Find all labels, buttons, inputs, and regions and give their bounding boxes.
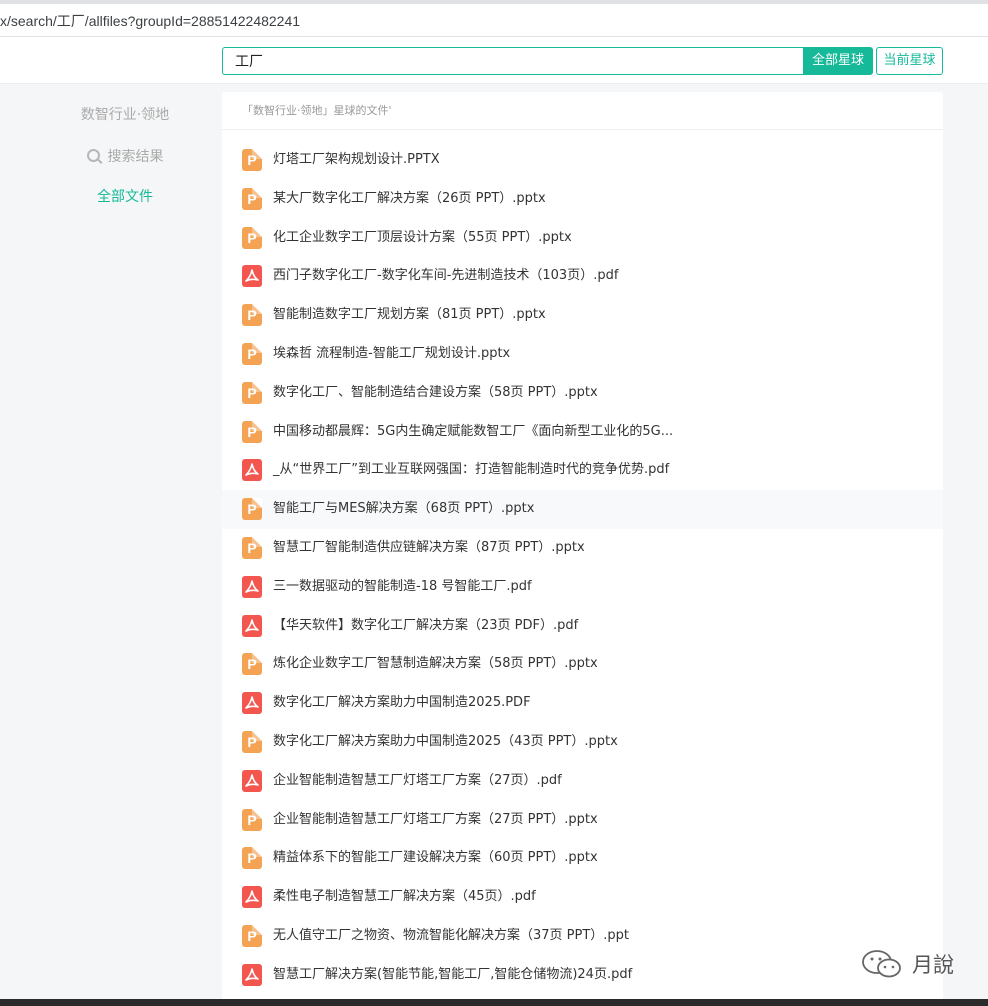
file-name[interactable]: 无人值守工厂之物资、物流智能化解决方案（37页 PPT）.ppt — [273, 917, 629, 955]
file-row[interactable]: 柔性电子制造智慧工厂解决方案（45页）.pdf — [222, 878, 943, 917]
pdf-file-icon — [242, 575, 262, 598]
file-row[interactable]: P 灯塔工厂架构规划设计.PPTX — [222, 141, 943, 180]
taskbar-strip — [0, 999, 988, 1006]
sidebar-item-label: 搜索结果 — [107, 149, 164, 165]
file-name[interactable]: 灯塔工厂架构规划设计.PPTX — [273, 141, 440, 179]
pdf-file-icon — [242, 692, 262, 715]
ppt-file-icon: P — [242, 420, 262, 443]
file-name[interactable]: 某大厂数字化工厂解决方案（26页 PPT）.pptx — [273, 180, 546, 218]
search-input[interactable] — [222, 47, 804, 75]
address-bar[interactable]: x/search/工厂/allfiles?groupId=28851422482… — [0, 4, 988, 37]
ppt-file-icon: P — [242, 498, 262, 521]
file-name[interactable]: 智慧工厂智能制造供应链解决方案（87页 PPT）.pptx — [273, 529, 585, 567]
ppt-file-icon: P — [242, 381, 262, 404]
file-row[interactable]: P 企业智能制造智慧工厂灯塔工厂方案（27页 PPT）.pptx — [222, 801, 943, 840]
file-row[interactable]: P 炼化企业数字工厂智慧制造解决方案（58页 PPT）.pptx — [222, 645, 943, 684]
file-row[interactable]: P 埃森哲 流程制造-智能工厂规划设计.pptx — [222, 335, 943, 374]
file-row[interactable]: P 精益体系下的智能工厂建设解决方案（60页 PPT）.pptx — [222, 839, 943, 878]
file-row[interactable]: P 智慧工厂智能制造供应链解决方案（87页 PPT）.pptx — [222, 529, 943, 568]
sidebar-group-name[interactable]: 数智行业·领地 — [60, 104, 190, 124]
file-row[interactable]: P 某大厂数字化工厂解决方案（26页 PPT）.pptx — [222, 180, 943, 219]
search-current-group-button[interactable]: 当前星球 — [876, 47, 943, 75]
file-row[interactable]: P 中国移动都晨辉：5G内生确定赋能数智工厂《面向新型工业化的5G... — [222, 413, 943, 452]
ppt-file-icon: P — [242, 536, 262, 559]
file-name[interactable]: 数字化工厂、智能制造结合建设方案（58页 PPT）.pptx — [273, 374, 598, 412]
file-row[interactable]: P 数字化工厂、智能制造结合建设方案（58页 PPT）.pptx — [222, 374, 943, 413]
file-name[interactable]: 智能制造数字工厂规划方案（81页 PPT）.pptx — [273, 296, 546, 334]
file-name[interactable]: _从“世界工厂”到工业互联网强国：打造智能制造时代的竞争优势.pdf — [273, 451, 669, 489]
search-icon — [86, 149, 100, 162]
file-name[interactable]: 柔性电子制造智慧工厂解决方案（45页）.pdf — [273, 878, 536, 916]
file-panel: 「数智行业·领地」星球的文件' P 灯塔工厂架构规划设计.PPTX P 某大厂数字化工… — [222, 92, 943, 1006]
pdf-file-icon — [242, 963, 262, 986]
ppt-file-icon: P — [242, 924, 262, 947]
panel-title: 「数智行业·领地」星球的文件' — [222, 92, 943, 130]
file-row[interactable]: P 智能工厂与MES解决方案（68页 PPT）.pptx — [222, 490, 943, 529]
file-name[interactable]: 数字化工厂解决方案助力中国制造2025（43页 PPT）.pptx — [273, 723, 618, 761]
file-name[interactable]: 埃森哲 流程制造-智能工厂规划设计.pptx — [273, 335, 510, 373]
file-name[interactable]: 中国移动都晨辉：5G内生确定赋能数智工厂《面向新型工业化的5G... — [273, 413, 673, 451]
watermark-text: 月說 — [912, 953, 954, 977]
ppt-file-icon: P — [242, 342, 262, 365]
url-text[interactable]: x/search/工厂/allfiles?groupId=28851422482… — [0, 11, 300, 31]
sidebar-item-search-results[interactable]: 搜索结果 — [60, 146, 190, 166]
pdf-file-icon — [242, 459, 262, 482]
pdf-file-icon — [242, 769, 262, 792]
file-row[interactable]: P 智能制造数字工厂规划方案（81页 PPT）.pptx — [222, 296, 943, 335]
ppt-file-icon: P — [242, 304, 262, 327]
file-row[interactable]: P 无人值守工厂之物资、物流智能化解决方案（37页 PPT）.ppt — [222, 917, 943, 956]
file-name[interactable]: 【华天软件】数字化工厂解决方案（23页 PDF）.pdf — [273, 607, 578, 645]
file-name[interactable]: 智慧工厂解决方案(智能节能,智能工厂,智能仓储物流)24页.pdf — [273, 956, 632, 994]
file-row[interactable]: 智慧工厂解决方案(智能节能,智能工厂,智能仓储物流)24页.pdf — [222, 956, 943, 995]
wechat-icon — [862, 950, 901, 978]
file-name[interactable]: 三一数据驱动的智能制造-18 号智能工厂.pdf — [273, 568, 532, 606]
pdf-file-icon — [242, 886, 262, 909]
file-name[interactable]: 企业智能制造智慧工厂灯塔工厂方案（27页 PPT）.pptx — [273, 801, 598, 839]
pdf-file-icon — [242, 614, 262, 637]
file-name[interactable]: 数字化工厂解决方案助力中国制造2025.PDF — [273, 684, 531, 722]
file-row[interactable]: P 化工企业数字工厂顶层设计方案（55页 PPT）.pptx — [222, 219, 943, 258]
file-row[interactable]: 西门子数字化工厂-数字化车间-先进制造技术（103页）.pdf — [222, 257, 943, 296]
file-row[interactable]: 【华天软件】数字化工厂解决方案（23页 PDF）.pdf — [222, 607, 943, 646]
ppt-file-icon: P — [242, 187, 262, 210]
ppt-file-icon: P — [242, 730, 262, 753]
file-name[interactable]: 智能工厂与MES解决方案（68页 PPT）.pptx — [273, 490, 534, 528]
file-row[interactable]: _从“世界工厂”到工业互联网强国：打造智能制造时代的竞争优势.pdf — [222, 451, 943, 490]
ppt-file-icon: P — [242, 808, 262, 831]
file-name[interactable]: 精益体系下的智能工厂建设解决方案（60页 PPT）.pptx — [273, 839, 598, 877]
file-list: P 灯塔工厂架构规划设计.PPTX P 某大厂数字化工厂解决方案（26页 PPT）.p… — [222, 141, 943, 995]
ppt-file-icon: P — [242, 847, 262, 870]
file-name[interactable]: 企业智能制造智慧工厂灯塔工厂方案（27页）.pdf — [273, 762, 562, 800]
file-name[interactable]: 炼化企业数字工厂智慧制造解决方案（58页 PPT）.pptx — [273, 645, 598, 683]
search-header: 全部星球 当前星球 — [0, 37, 988, 84]
file-row[interactable]: 数字化工厂解决方案助力中国制造2025.PDF — [222, 684, 943, 723]
file-name[interactable]: 西门子数字化工厂-数字化车间-先进制造技术（103页）.pdf — [273, 257, 618, 295]
file-row[interactable]: P 数字化工厂解决方案助力中国制造2025（43页 PPT）.pptx — [222, 723, 943, 762]
ppt-file-icon: P — [242, 149, 262, 171]
file-row[interactable]: 三一数据驱动的智能制造-18 号智能工厂.pdf — [222, 568, 943, 607]
sidebar-item-all-files[interactable]: 全部文件 — [60, 186, 190, 206]
search-all-groups-button[interactable]: 全部星球 — [803, 47, 873, 75]
pdf-file-icon — [242, 265, 262, 288]
watermark: 月說 — [860, 948, 954, 980]
file-row[interactable]: 企业智能制造智慧工厂灯塔工厂方案（27页）.pdf — [222, 762, 943, 801]
ppt-file-icon: P — [242, 226, 262, 249]
file-name[interactable]: 化工企业数字工厂顶层设计方案（55页 PPT）.pptx — [273, 219, 572, 257]
ppt-file-icon: P — [242, 653, 262, 676]
